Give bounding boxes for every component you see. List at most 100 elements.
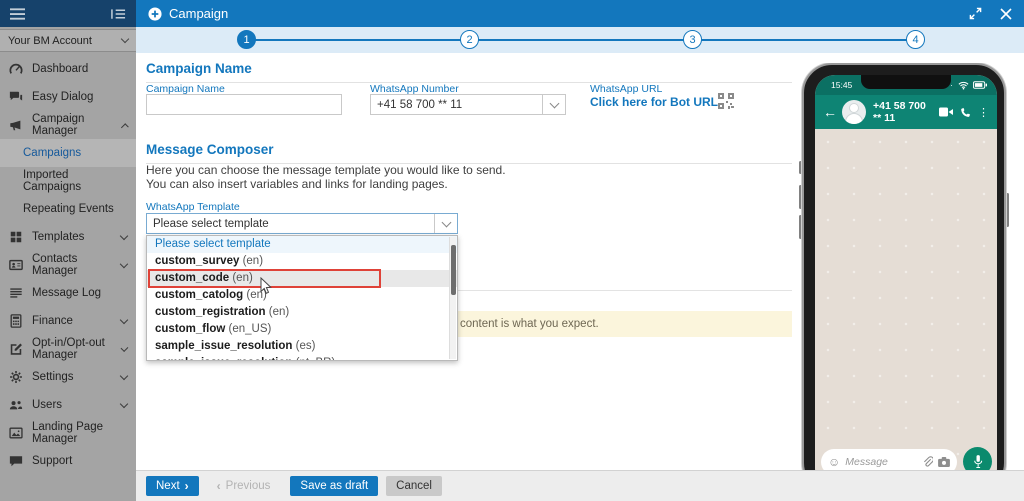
phone-screen: 15:45 ··· ← +41 58 700 ** 11 ⋮	[815, 75, 997, 470]
sidebar-item-label: Contacts Manager	[32, 253, 121, 277]
camera-icon[interactable]	[938, 457, 950, 467]
add-campaign-icon	[148, 7, 162, 21]
emoji-icon[interactable]: ☺	[828, 455, 840, 469]
sidebar-item-imported-campaigns[interactable]: Imported Campaigns	[0, 167, 136, 195]
sidebar-item-label: Settings	[32, 371, 74, 383]
sidebar-topbar	[0, 0, 136, 27]
sidebar-item-label: Users	[32, 399, 62, 411]
modal-title: Campaign	[169, 6, 228, 21]
sidebar-item-campaign-manager[interactable]: Campaign Manager	[0, 111, 136, 139]
sidebar-item-label: Message Log	[32, 287, 101, 299]
dropdown-option[interactable]: sample_issue_resolution (pt_BR)	[147, 355, 457, 361]
kebab-menu-icon[interactable]: ⋮	[978, 106, 989, 119]
sidebar-item-label: Finance	[32, 315, 73, 327]
sidebar-item-optin-manager[interactable]: Opt-in/Opt-out Manager	[0, 335, 136, 363]
gear-icon	[9, 370, 23, 384]
composer-desc-line2: You can also insert variables and links …	[146, 177, 506, 191]
contact-card-icon	[9, 258, 23, 272]
sidebar-item-message-log[interactable]: Message Log	[0, 279, 136, 307]
select-arrow-box	[434, 214, 457, 233]
video-call-icon[interactable]	[939, 107, 953, 117]
sidebar-item-finance[interactable]: Finance	[0, 307, 136, 335]
back-arrow-icon[interactable]: ←	[823, 104, 837, 120]
chevron-down-icon	[120, 399, 128, 407]
sidebar-item-users[interactable]: Users	[0, 391, 136, 419]
log-list-icon	[9, 286, 23, 300]
composer-description: Here you can choose the message template…	[146, 163, 506, 191]
next-button[interactable]: Next›	[146, 476, 199, 496]
sidebar-menu: Dashboard Easy Dialog Campaign Manager C…	[0, 55, 136, 475]
sidebar-item-dashboard[interactable]: Dashboard	[0, 55, 136, 83]
whatsapp-number-value: +41 58 700 ** 11	[371, 99, 542, 111]
phone-preview: 15:45 ··· ← +41 58 700 ** 11 ⋮	[798, 63, 1010, 470]
dropdown-option[interactable]: custom_survey (en)	[147, 253, 457, 270]
whatsapp-number-select[interactable]: +41 58 700 ** 11	[370, 94, 566, 115]
battery-icon	[973, 81, 987, 89]
avatar	[842, 100, 866, 124]
chat-bubbles-icon	[9, 90, 23, 104]
cancel-button[interactable]: Cancel	[386, 476, 442, 496]
modal-header: Campaign	[136, 0, 1024, 27]
voice-call-icon[interactable]	[960, 107, 971, 118]
whatsapp-template-label: WhatsApp Template	[146, 201, 240, 213]
template-selected-value: Please select template	[147, 218, 434, 230]
chevron-down-icon	[121, 35, 129, 43]
calculator-icon	[9, 314, 23, 328]
voice-record-button[interactable]	[963, 447, 992, 470]
campaign-name-input[interactable]	[146, 94, 342, 115]
stepper-line	[247, 39, 916, 41]
dropdown-option[interactable]: custom_catolog (en)	[147, 287, 457, 304]
qr-code-icon[interactable]	[718, 93, 734, 109]
whatsapp-url-label: WhatsApp URL	[590, 83, 662, 95]
sidebar-item-label: Campaign Manager	[32, 113, 122, 137]
sidebar-item-support[interactable]: Support	[0, 447, 136, 475]
step-2[interactable]: 2	[460, 30, 479, 49]
select-arrow-box	[542, 95, 565, 114]
sidebar-item-easy-dialog[interactable]: Easy Dialog	[0, 83, 136, 111]
dropdown-option-placeholder[interactable]: Please select template	[147, 236, 457, 253]
message-input-bar[interactable]: ☺ Message	[821, 449, 957, 470]
message-composer-heading: Message Composer	[146, 142, 792, 164]
chevron-down-icon	[120, 231, 128, 239]
sidebar-toggle-icon[interactable]	[111, 8, 126, 20]
dropdown-option[interactable]: custom_flow (en_US)	[147, 321, 457, 338]
users-icon	[9, 398, 23, 412]
step-1[interactable]: 1	[237, 30, 256, 49]
hamburger-menu-icon[interactable]	[10, 8, 25, 20]
dropdown-option-highlighted[interactable]: custom_code (en)	[147, 270, 457, 287]
megaphone-icon	[9, 118, 23, 132]
save-as-draft-button[interactable]: Save as draft	[290, 476, 378, 496]
sidebar-item-label: Landing Page Manager	[32, 421, 127, 445]
whatsapp-template-select[interactable]: Please select template	[146, 213, 458, 234]
sidebar: Your BM Account Dashboard Easy Dialog Ca…	[0, 0, 136, 501]
attach-icon[interactable]	[922, 456, 933, 468]
chevron-down-icon	[120, 371, 128, 379]
step-4[interactable]: 4	[906, 30, 925, 49]
bot-url-link[interactable]: Click here for Bot URL	[590, 95, 718, 109]
warning-text: content is what you expect.	[460, 311, 599, 337]
message-placeholder: Message	[845, 456, 922, 468]
sidebar-item-label: Opt-in/Opt-out Manager	[32, 337, 122, 361]
close-icon[interactable]	[1000, 8, 1012, 20]
dashboard-icon	[9, 62, 23, 76]
sidebar-item-contacts-manager[interactable]: Contacts Manager	[0, 251, 136, 279]
sidebar-item-campaigns[interactable]: Campaigns	[0, 139, 136, 167]
dropdown-scrollbar-thumb[interactable]	[451, 245, 456, 295]
dropdown-option[interactable]: custom_registration (en)	[147, 304, 457, 321]
account-selector[interactable]: Your BM Account	[0, 29, 136, 52]
account-label: Your BM Account	[8, 35, 92, 47]
sidebar-item-repeating-events[interactable]: Repeating Events	[0, 195, 136, 223]
campaign-app: Your BM Account Dashboard Easy Dialog Ca…	[0, 0, 1024, 501]
sidebar-item-landing-page-manager[interactable]: Landing Page Manager	[0, 419, 136, 447]
sidebar-item-label: Templates	[32, 231, 84, 243]
sidebar-item-label: Imported Campaigns	[23, 169, 127, 193]
chevron-down-icon	[120, 315, 128, 323]
whatsapp-contact-number: +41 58 700 ** 11	[873, 100, 932, 124]
previous-button[interactable]: ‹Previous	[207, 476, 281, 496]
sidebar-item-templates[interactable]: Templates	[0, 223, 136, 251]
dropdown-option[interactable]: sample_issue_resolution (es)	[147, 338, 457, 355]
step-3[interactable]: 3	[683, 30, 702, 49]
composer-desc-line1: Here you can choose the message template…	[146, 163, 506, 177]
expand-icon[interactable]	[969, 7, 982, 20]
sidebar-item-settings[interactable]: Settings	[0, 363, 136, 391]
